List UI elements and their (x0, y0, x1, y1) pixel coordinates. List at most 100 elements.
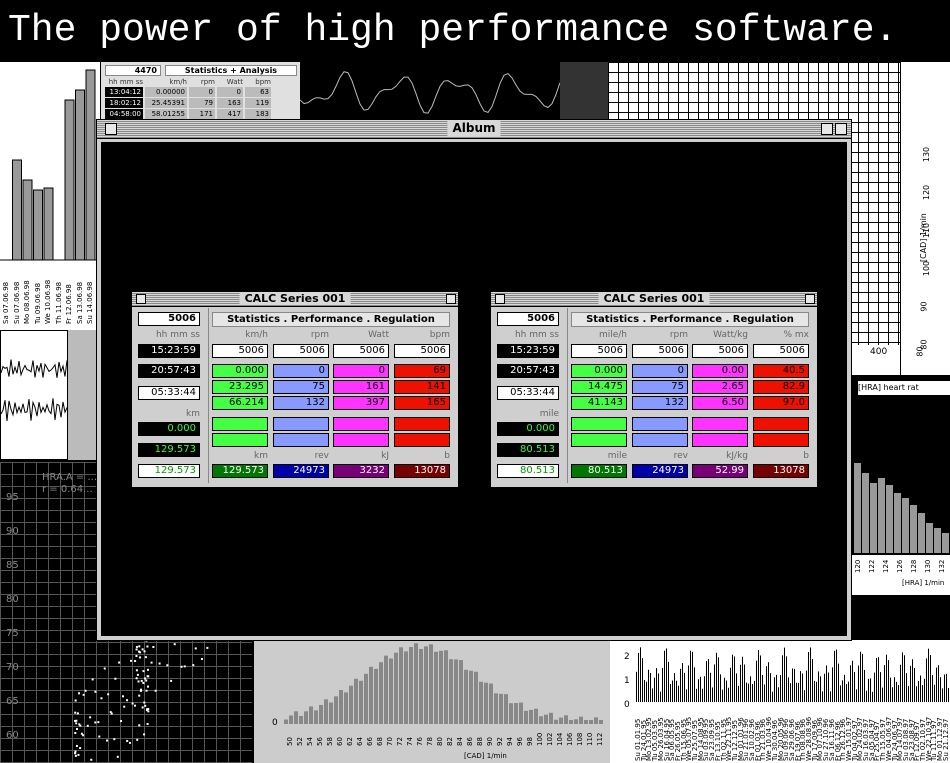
collapse-box-icon[interactable] (835, 123, 847, 135)
column-id-field[interactable]: 5006 (632, 344, 688, 358)
time-field[interactable]: 05:33:44 (138, 386, 200, 400)
bg-ts-bar (808, 652, 809, 702)
close-box-icon[interactable] (136, 294, 146, 304)
column-value-field[interactable]: 66.214 (212, 396, 268, 410)
bg-hist-x-label: 106 (566, 732, 574, 746)
column-value-field[interactable]: 0.00 (692, 364, 748, 378)
bg-ts-bar (728, 687, 729, 702)
bg-scatter-dot (135, 669, 138, 672)
collapse-box-icon[interactable] (805, 294, 815, 304)
column-value-field[interactable]: 40.5 (753, 364, 809, 378)
column-value-field[interactable]: 132 (273, 396, 329, 410)
column-empty-field[interactable] (753, 433, 809, 447)
column-empty-field[interactable] (571, 417, 627, 431)
footer-value-field[interactable]: 24973 (632, 464, 688, 478)
footer-value-field[interactable]: 13078 (394, 464, 450, 478)
column-empty-field[interactable] (394, 417, 450, 431)
column-value-field[interactable]: 397 (333, 396, 389, 410)
distance-field[interactable]: 80.513 (497, 464, 559, 478)
footer-value-field[interactable]: 13078 (753, 464, 809, 478)
column-value-field[interactable]: 69 (394, 364, 450, 378)
album-titlebar[interactable]: Album (97, 120, 851, 139)
bg-ts-bar (922, 685, 923, 702)
distance-field[interactable]: 129.573 (138, 443, 200, 457)
time-field[interactable]: 20:57:43 (138, 364, 200, 378)
column-id-field[interactable]: 5006 (571, 344, 627, 358)
column-id-field[interactable]: 5006 (333, 344, 389, 358)
column-value-field[interactable]: 0 (273, 364, 329, 378)
bg-ts-bar (654, 677, 655, 702)
time-field[interactable]: 20:57:43 (497, 364, 559, 378)
bg-scatter-dot (128, 741, 131, 744)
calc-id-field[interactable]: 5006 (138, 312, 200, 326)
column-empty-field[interactable] (212, 433, 268, 447)
footer-value-field[interactable]: 52.99 (692, 464, 748, 478)
bg-hist-bar (424, 646, 428, 724)
column-id-field[interactable]: 5006 (753, 344, 809, 358)
column-empty-field[interactable] (333, 417, 389, 431)
column-empty-field[interactable] (273, 417, 329, 431)
column-empty-field[interactable] (692, 433, 748, 447)
column-id-field[interactable]: 5006 (212, 344, 268, 358)
distance-field[interactable]: 80.513 (497, 443, 559, 457)
bg-ts-bar (738, 685, 739, 702)
column-empty-field[interactable] (212, 417, 268, 431)
bg-ts-bar (658, 673, 659, 702)
column-empty-field[interactable] (753, 417, 809, 431)
footer-value-field[interactable]: 3232 (333, 464, 389, 478)
column-value-field[interactable]: 2.65 (692, 380, 748, 394)
collapse-box-icon[interactable] (446, 294, 456, 304)
column-empty-field[interactable] (692, 417, 748, 431)
column-id-field[interactable]: 5006 (692, 344, 748, 358)
column-empty-field[interactable] (333, 433, 389, 447)
bg-scatter-dot (89, 716, 92, 719)
column-value-field[interactable]: 0 (632, 364, 688, 378)
column-value-field[interactable]: 141 (394, 380, 450, 394)
zoom-box-icon[interactable] (821, 123, 833, 135)
distance-field[interactable]: 0.000 (497, 422, 559, 436)
column-value-field[interactable]: 0.000 (212, 364, 268, 378)
column-empty-field[interactable] (632, 417, 688, 431)
footer-value-field[interactable]: 129.573 (212, 464, 268, 478)
close-box-icon[interactable] (495, 294, 505, 304)
distance-field[interactable]: 0.000 (138, 422, 200, 436)
column-value-field[interactable]: 97.0 (753, 396, 809, 410)
column-empty-field[interactable] (632, 433, 688, 447)
column-value-field[interactable]: 14.475 (571, 380, 627, 394)
close-box-icon[interactable] (105, 123, 117, 135)
calc-titlebar[interactable]: CALC Series 001 (132, 292, 458, 307)
column-value-field[interactable]: 161 (333, 380, 389, 394)
column-id-field[interactable]: 5006 (394, 344, 450, 358)
column-id-field[interactable]: 5006 (273, 344, 329, 358)
column-value-field[interactable]: 82.9 (753, 380, 809, 394)
column-empty-field[interactable] (273, 433, 329, 447)
footer-value-field[interactable]: 24973 (273, 464, 329, 478)
column-empty-field[interactable] (571, 433, 627, 447)
distance-field[interactable]: 129.573 (138, 464, 200, 478)
column-value-field[interactable]: 132 (632, 396, 688, 410)
column-value-field[interactable]: 23.295 (212, 380, 268, 394)
column-value-field[interactable]: 0.000 (571, 364, 627, 378)
calc-titlebar[interactable]: CALC Series 001 (491, 292, 817, 307)
column-value-field[interactable]: 0 (333, 364, 389, 378)
bg-waveform (0, 330, 68, 460)
calc-window-1[interactable]: CALC Series 001 5006 Statistics . Performa… (131, 291, 459, 488)
column-value-field[interactable]: 41.143 (571, 396, 627, 410)
column-value-field[interactable]: 75 (273, 380, 329, 394)
bg-table-cell: 119 (245, 98, 271, 108)
column-value-field[interactable]: 165 (394, 396, 450, 410)
footer-unit-label: km (254, 451, 268, 461)
time-field[interactable]: 15:23:59 (497, 344, 559, 358)
bg-scatter-dot (150, 661, 153, 664)
column-empty-field[interactable] (394, 433, 450, 447)
column-value-field[interactable]: 75 (632, 380, 688, 394)
bg-stats-table: 4470 Statistics + Analysis hh mm ss km/h r… (100, 62, 301, 120)
footer-value-field[interactable]: 80.513 (571, 464, 627, 478)
album-window[interactable]: Album CALC Series 001 5006 Statistics . Pe… (96, 119, 852, 641)
time-field[interactable]: 05:33:44 (497, 386, 559, 400)
column-value-field[interactable]: 6.50 (692, 396, 748, 410)
time-field[interactable]: 15:23:59 (138, 344, 200, 358)
calc-window-2[interactable]: CALC Series 001 5006 Statistics . Performa… (490, 291, 818, 488)
bg-ts-bar (652, 688, 653, 702)
calc-id-field[interactable]: 5006 (497, 312, 559, 326)
